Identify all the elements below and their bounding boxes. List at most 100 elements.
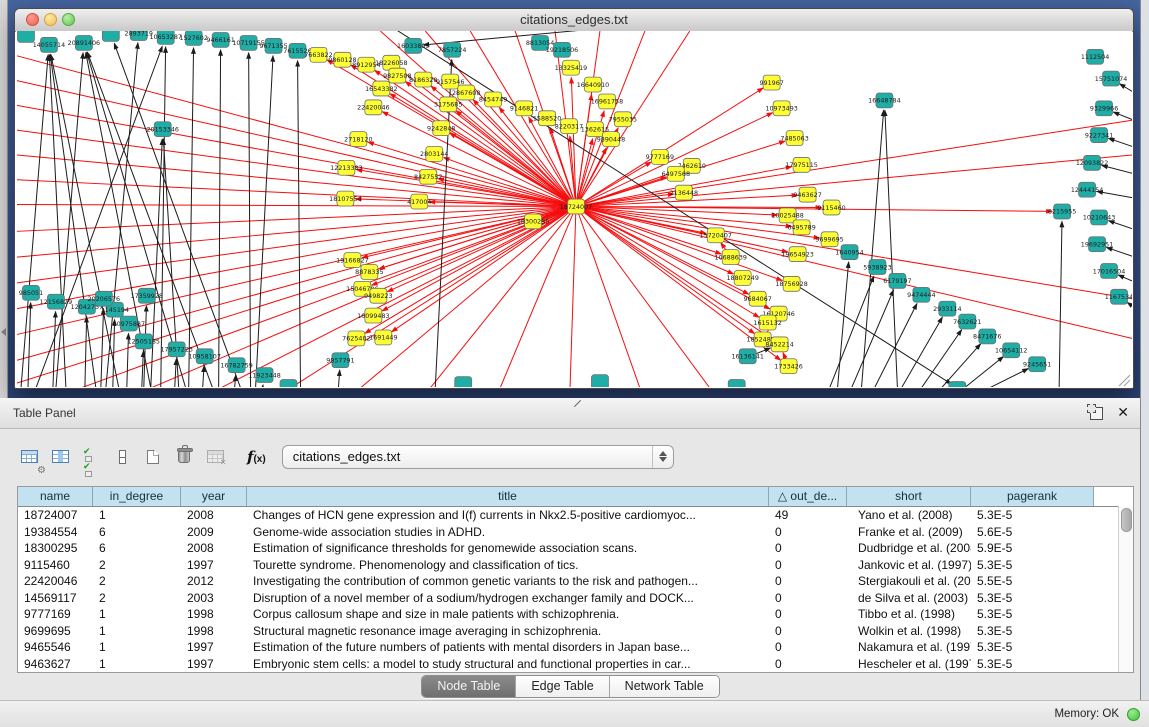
- graph-node[interactable]: 7857224: [438, 42, 466, 57]
- graph-node[interactable]: 6179197: [883, 273, 911, 288]
- graph-node[interactable]: 2933114: [933, 301, 961, 316]
- graph-node[interactable]: 1733426: [774, 359, 802, 374]
- graph-node[interactable]: 20153346: [146, 122, 178, 137]
- table-row[interactable]: 2242004622012Investigating the contribut…: [18, 573, 1133, 590]
- tab-node-table[interactable]: Node Table: [422, 676, 516, 697]
- graph-node[interactable]: 9466161: [206, 32, 234, 47]
- graph-node[interactable]: [728, 380, 745, 387]
- column-checklist-button[interactable]: [78, 444, 104, 470]
- table-row[interactable]: 977716911998Corpus callosum shape and si…: [18, 606, 1133, 623]
- window-resize-grip[interactable]: [1119, 375, 1130, 386]
- close-panel-icon[interactable]: ✕: [1117, 404, 1129, 421]
- function-builder-button[interactable]: f(x): [247, 448, 266, 466]
- graph-node[interactable]: [280, 380, 297, 387]
- graph-node[interactable]: 15751074: [1095, 71, 1127, 86]
- network-window[interactable]: citations_edges.txt 14055714208914062893…: [14, 8, 1134, 389]
- graph-node[interactable]: 7485063: [780, 131, 808, 146]
- graph-node[interactable]: 7632621: [953, 314, 981, 329]
- graph-node[interactable]: 1640954: [835, 245, 863, 260]
- table-row[interactable]: 946362711997Embryonic stem cells: a mode…: [18, 656, 1133, 673]
- tab-network-table[interactable]: Network Table: [610, 676, 719, 697]
- graph-node[interactable]: [455, 377, 472, 387]
- row-options-button[interactable]: [109, 444, 135, 470]
- graph-node[interactable]: 16648784: [868, 93, 900, 108]
- graph-node[interactable]: 1691449: [369, 330, 397, 345]
- graph-node[interactable]: 9463627: [793, 187, 821, 202]
- graph-node[interactable]: 12156829: [40, 294, 72, 309]
- graph-node[interactable]: 16782759: [220, 358, 252, 373]
- column-header-in_degree[interactable]: in_degree: [93, 487, 181, 506]
- column-header-name[interactable]: name: [18, 487, 93, 506]
- graph-node[interactable]: 12444154: [1071, 182, 1103, 197]
- table-row[interactable]: 946554611997Estimation of the future num…: [18, 639, 1133, 656]
- graph-node[interactable]: 417004: [407, 194, 431, 209]
- graph-node[interactable]: 8186328: [409, 72, 437, 87]
- table-row[interactable]: 911546021997Tourette syndrome. Phenomeno…: [18, 557, 1133, 574]
- graph-node[interactable]: 16640910: [577, 77, 609, 92]
- graph-node[interactable]: 10654112: [995, 343, 1027, 358]
- graph-node[interactable]: 10975887: [113, 316, 145, 331]
- graph-node[interactable]: 9699695: [815, 232, 843, 247]
- graph-node[interactable]: 2718120: [344, 132, 372, 147]
- graph-node[interactable]: 1167534: [1105, 289, 1132, 304]
- graph-node[interactable]: 19692951: [1081, 237, 1113, 252]
- table-mode-button[interactable]: ⚙: [16, 444, 42, 470]
- graph-node[interactable]: 10958107: [188, 349, 220, 364]
- graph-node[interactable]: 10210643: [1083, 210, 1115, 225]
- graph-node[interactable]: 7625402: [342, 331, 370, 346]
- table-row[interactable]: 1872400712008Changes of HCN gene express…: [18, 507, 1133, 524]
- column-header-pagerank[interactable]: pagerank: [971, 487, 1094, 506]
- table-row[interactable]: 969969511998Structural magnetic resonanc…: [18, 623, 1133, 640]
- create-column-button[interactable]: [140, 444, 166, 470]
- column-header-title[interactable]: title: [247, 487, 769, 506]
- graph-node[interactable]: 16033809: [397, 38, 429, 53]
- table-row[interactable]: 1938455462009Genome-wide association stu…: [18, 524, 1133, 541]
- graph-node[interactable]: 991967: [759, 75, 783, 90]
- graph-node[interactable]: 9115460: [817, 200, 845, 215]
- graph-node[interactable]: 16961758: [591, 94, 623, 109]
- citation-network-graph[interactable]: 1405571420891406289371910653287152760294…: [16, 31, 1132, 387]
- network-window-titlebar[interactable]: citations_edges.txt: [15, 9, 1133, 32]
- delete-column-button[interactable]: [171, 444, 197, 470]
- graph-node[interactable]: 8454749: [479, 92, 507, 107]
- table-row[interactable]: 1456911722003Disruption of a novel membe…: [18, 590, 1133, 607]
- graph-node[interactable]: [949, 382, 966, 387]
- column-header-out_de[interactable]: △ out_de...: [769, 487, 847, 506]
- graph-node[interactable]: [591, 375, 608, 387]
- graph-node[interactable]: 11923448: [248, 368, 280, 383]
- graph-node[interactable]: 7955035: [609, 112, 637, 127]
- graph-node[interactable]: 1527602: [179, 31, 207, 45]
- graph-node[interactable]: 8215955: [1048, 204, 1076, 219]
- graph-node[interactable]: 9474444: [907, 287, 935, 302]
- graph-node[interactable]: 16136141: [731, 349, 763, 364]
- graph-node[interactable]: 19654923: [781, 247, 813, 262]
- column-header-short[interactable]: short: [847, 487, 971, 506]
- graph-node[interactable]: 10653287: [149, 31, 181, 44]
- delete-table-button[interactable]: [202, 444, 228, 470]
- graph-node[interactable]: 8471676: [973, 329, 1001, 344]
- tab-edge-table[interactable]: Edge Table: [516, 676, 609, 697]
- show-columns-button[interactable]: [47, 444, 73, 470]
- table-select-dropdown[interactable]: citations_edges.txt: [282, 445, 674, 469]
- table-scrollbar[interactable]: [1118, 506, 1133, 672]
- graph-node[interactable]: 9329966: [1090, 101, 1118, 116]
- graph-node[interactable]: 1112504: [1081, 49, 1109, 64]
- graph-node[interactable]: [17, 31, 34, 42]
- graph-node[interactable]: 16099483: [357, 308, 389, 323]
- graph-node[interactable]: 10688639: [714, 250, 746, 265]
- graph-node[interactable]: 18107554: [329, 191, 361, 206]
- graph-node[interactable]: 9227341: [1085, 128, 1113, 143]
- graph-node[interactable]: [102, 31, 119, 41]
- table-row[interactable]: 1830029562008Estimation of significance …: [18, 540, 1133, 557]
- graph-node[interactable]: 985051: [19, 285, 43, 300]
- network-view-canvas[interactable]: 1405571420891406289371910653287152760294…: [16, 31, 1132, 387]
- graph-node[interactable]: 14055714: [33, 37, 65, 52]
- graph-node[interactable]: 9857791: [326, 353, 354, 368]
- column-header-year[interactable]: year: [181, 487, 247, 506]
- scrollbar-thumb[interactable]: [1121, 508, 1132, 532]
- left-panel-edge[interactable]: [0, 0, 8, 398]
- float-panel-icon[interactable]: [1090, 407, 1103, 420]
- graph-node[interactable]: 20891406: [68, 35, 100, 50]
- graph-node[interactable]: 5938923: [863, 260, 891, 275]
- right-panel-edge[interactable]: [1140, 0, 1149, 700]
